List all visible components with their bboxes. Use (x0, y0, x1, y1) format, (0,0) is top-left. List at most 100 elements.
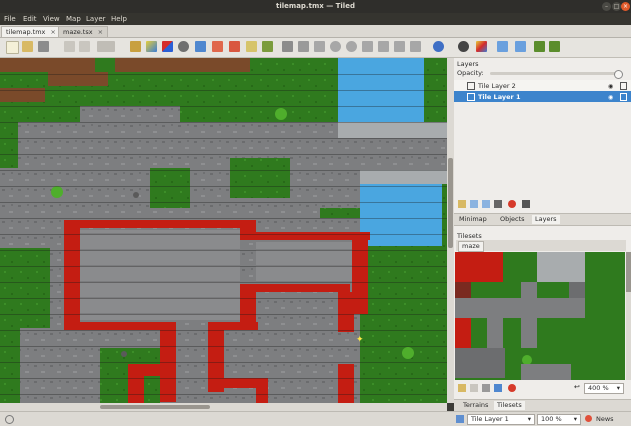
zoom-select[interactable]: 100 % ▾ (537, 414, 581, 425)
lock-icon[interactable] (620, 93, 627, 101)
tileset-zoom-value: 400 % (588, 384, 609, 392)
raise-layer-icon[interactable] (470, 200, 478, 208)
menu-file[interactable]: File (4, 15, 16, 23)
tileset-view[interactable] (455, 252, 625, 380)
insert-point-icon[interactable] (330, 41, 341, 52)
layer-name: Tile Layer 1 (478, 93, 521, 101)
main-toolbar (0, 38, 631, 58)
close-icon[interactable]: × (621, 2, 630, 11)
eraser-icon[interactable] (212, 41, 223, 52)
insert-rectangle-icon[interactable] (314, 41, 325, 52)
flip-vertical-icon[interactable] (515, 41, 526, 52)
news-link[interactable]: News (596, 415, 614, 423)
new-tileset-icon[interactable] (458, 384, 466, 392)
embed-tileset-icon[interactable] (470, 384, 478, 392)
minimize-icon[interactable]: – (602, 2, 611, 11)
tileset-tiles (455, 252, 585, 380)
random-mode-icon[interactable] (162, 41, 173, 52)
lower-layer-icon[interactable] (482, 200, 490, 208)
tab-tilemap[interactable]: tilemap.tmx × (1, 26, 61, 37)
new-layer-icon[interactable] (458, 200, 466, 208)
insert-template-icon[interactable] (410, 41, 421, 52)
select-objects-icon[interactable] (282, 41, 293, 52)
insert-polyline-icon[interactable] (378, 41, 389, 52)
settings-gear-icon[interactable] (458, 41, 469, 52)
edit-polygons-icon[interactable] (298, 41, 309, 52)
menu-map[interactable]: Map (66, 15, 81, 23)
layer-actions-bar (454, 198, 631, 210)
layer-select[interactable]: Tile Layer 1 ▾ (467, 414, 535, 425)
tab-maze[interactable]: maze.tsx × (58, 26, 109, 37)
rectangle-select-icon[interactable] (195, 41, 206, 52)
world-tool-icon[interactable] (433, 41, 444, 52)
tab-objects[interactable]: Objects (497, 215, 528, 224)
insert-ellipse-icon[interactable] (346, 41, 357, 52)
layer-row[interactable]: Tile Layer 2 ◉ (454, 80, 631, 91)
rect-select-icon[interactable] (229, 41, 240, 52)
zoom-value: 100 % (541, 415, 562, 423)
layers-dock-tabs: Minimap Objects Layers (454, 213, 631, 226)
rotate-right-icon[interactable] (549, 41, 560, 52)
layer-row-selected[interactable]: Tile Layer 1 ◉ (454, 91, 631, 102)
terrain-brush-icon[interactable] (146, 41, 157, 52)
tab-terrains[interactable]: Terrains (460, 401, 491, 410)
insert-polygon-icon[interactable] (362, 41, 373, 52)
menu-view[interactable]: View (43, 15, 60, 23)
status-bar: Tile Layer 1 ▾ 100 % ▾ News (0, 411, 631, 426)
opacity-slider[interactable] (490, 70, 623, 79)
opacity-label: Opacity: (457, 69, 484, 77)
save-icon[interactable] (38, 41, 49, 52)
svg-text:✦: ✦ (356, 335, 364, 345)
stamp-brush-icon[interactable] (130, 41, 141, 52)
maximize-icon[interactable]: □ (612, 2, 621, 11)
tile-layer-icon (467, 82, 475, 90)
rotate-left-icon[interactable] (534, 41, 545, 52)
scroll-thumb[interactable] (626, 252, 631, 292)
map-canvas[interactable]: ✦ (0, 58, 447, 403)
duplicate-layer-icon[interactable] (494, 200, 502, 208)
visibility-eye-icon[interactable]: ◉ (608, 83, 613, 90)
layers-panel-title: Layers (457, 60, 479, 68)
edit-tileset-icon[interactable] (494, 384, 502, 392)
toggle-other-layers-icon[interactable] (522, 200, 530, 208)
magic-wand-icon[interactable] (246, 41, 257, 52)
bucket-fill-icon[interactable] (178, 41, 189, 52)
undo-icon[interactable] (64, 41, 75, 52)
flip-horizontal-icon[interactable] (497, 41, 508, 52)
close-tab-icon[interactable]: × (50, 28, 55, 36)
window-title: tilemap.tmx — Tiled (276, 2, 355, 10)
dynamic-wrapping-icon[interactable]: ↩ (574, 383, 580, 391)
tile-map: ✦ (0, 58, 447, 403)
scroll-thumb[interactable] (100, 405, 210, 409)
stamp-dropdown-icon[interactable] (97, 41, 115, 52)
visibility-eye-icon[interactable]: ◉ (608, 94, 613, 101)
tab-minimap[interactable]: Minimap (456, 215, 490, 224)
scroll-thumb[interactable] (448, 158, 453, 248)
tab-tilesets[interactable]: Tilesets (494, 401, 525, 410)
insert-tile-icon[interactable] (394, 41, 405, 52)
delete-layer-icon[interactable] (508, 200, 516, 208)
menu-bar: File Edit View Map Layer Help (0, 13, 631, 25)
close-tab-icon[interactable]: × (98, 28, 103, 36)
title-bar: tilemap.tmx — Tiled – □ × (0, 0, 631, 13)
lock-icon[interactable] (620, 82, 627, 90)
horizontal-scrollbar[interactable] (0, 403, 447, 411)
new-file-icon[interactable] (6, 41, 19, 54)
tileset-actions-bar: ↩ 400 % ▾ (454, 382, 631, 394)
random-tiles-icon[interactable] (476, 41, 487, 52)
select-same-tile-icon[interactable] (262, 41, 273, 52)
menu-layer[interactable]: Layer (86, 15, 106, 23)
menu-help[interactable]: Help (111, 15, 127, 23)
tileset-scrollbar[interactable] (626, 252, 631, 380)
tileset-tab-maze[interactable]: maze (458, 241, 484, 252)
remove-tileset-icon[interactable] (508, 384, 516, 392)
open-file-icon[interactable] (22, 41, 33, 52)
tileset-zoom-box[interactable]: 400 % ▾ (584, 383, 624, 394)
redo-icon[interactable] (79, 41, 90, 52)
tab-label: tilemap.tmx (6, 28, 46, 36)
export-tileset-icon[interactable] (482, 384, 490, 392)
opacity-slider-handle[interactable] (614, 70, 623, 79)
menu-edit[interactable]: Edit (23, 15, 37, 23)
tab-layers[interactable]: Layers (532, 215, 560, 224)
vertical-scrollbar[interactable] (447, 58, 454, 403)
